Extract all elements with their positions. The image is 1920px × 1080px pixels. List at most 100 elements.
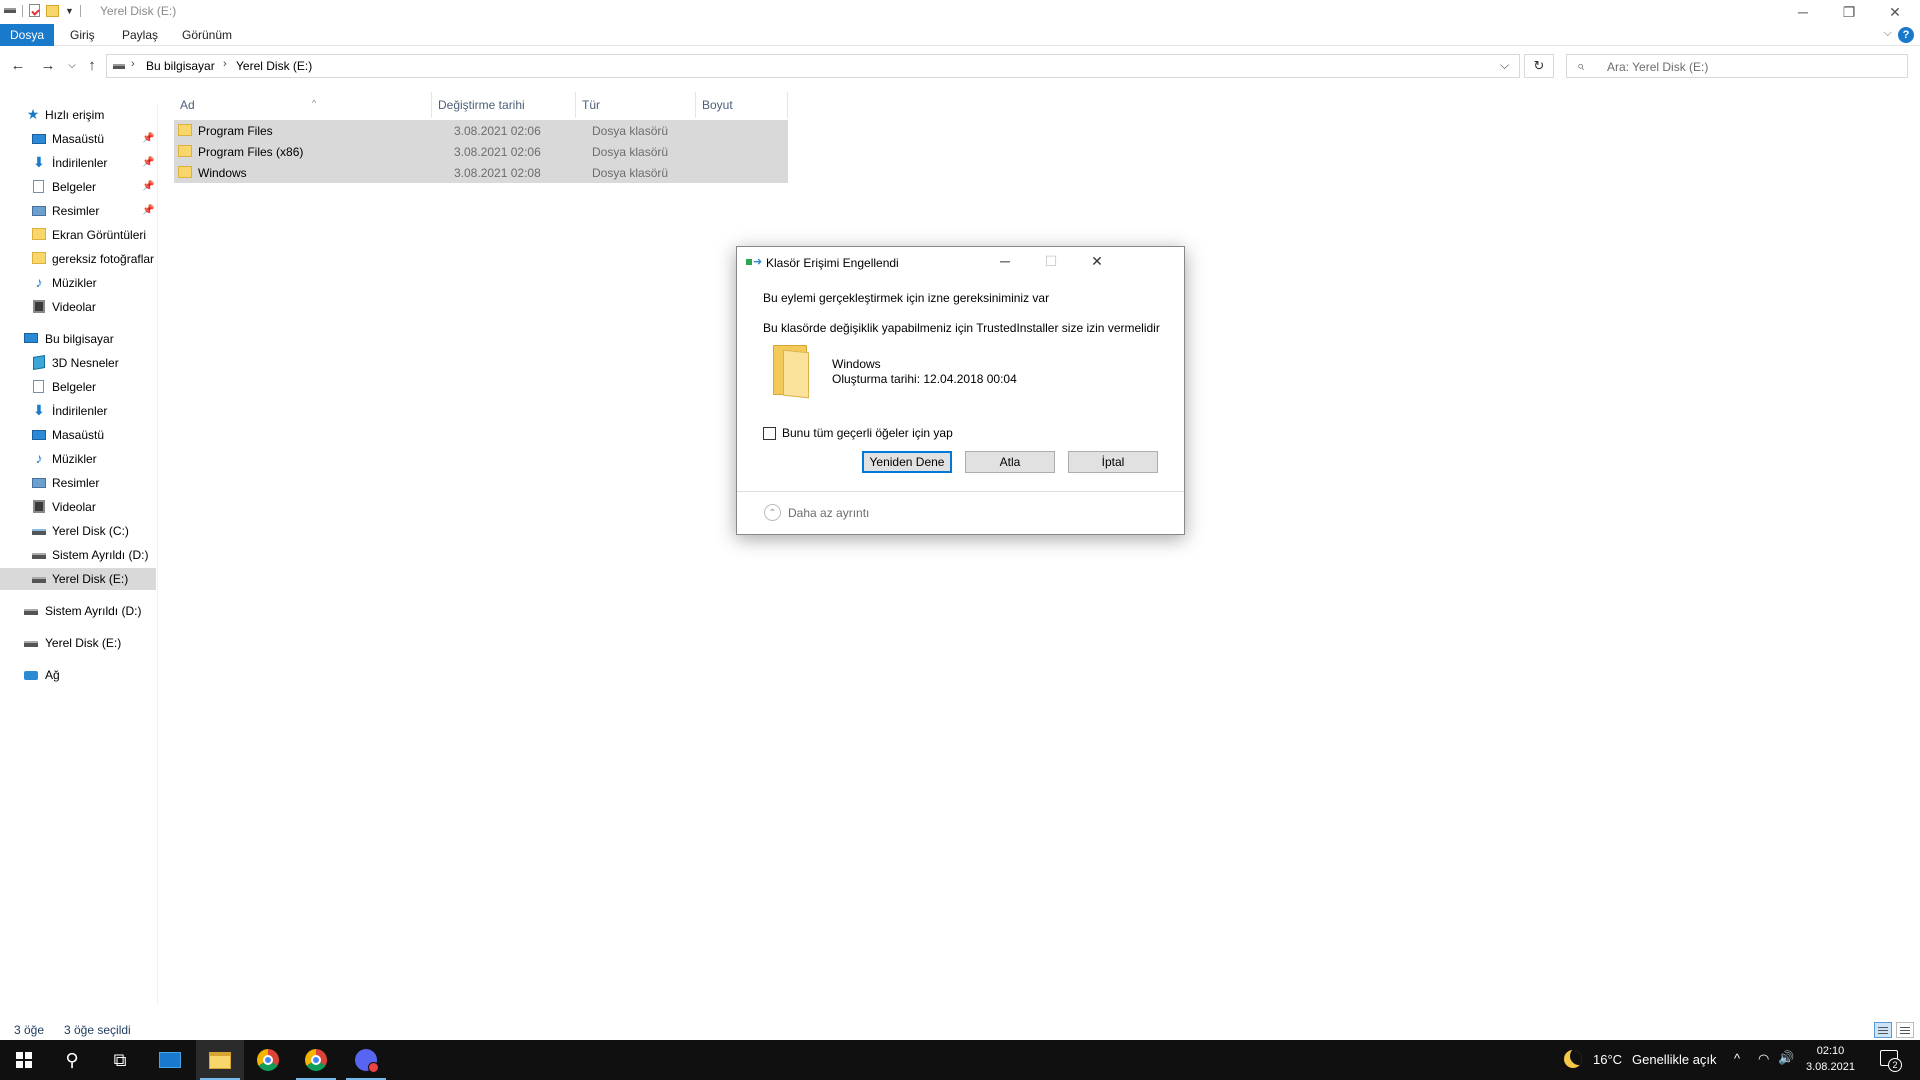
address-bar[interactable]: › Bu bilgisayar › Yerel Disk (E:) [106, 54, 1520, 78]
column-header-type[interactable]: Tür [576, 92, 696, 118]
breadcrumb-this-pc[interactable]: Bu bilgisayar [146, 59, 215, 73]
sidebar-item-downloads[interactable]: ⬇ İndirilenler 📌 [0, 152, 158, 174]
sidebar-item-label: Yerel Disk (C:) [52, 524, 129, 538]
sidebar-item-local-disk-c[interactable]: Yerel Disk (C:) [0, 520, 158, 542]
chrome-button[interactable] [244, 1040, 292, 1080]
minimize-button[interactable]: ─ [1780, 0, 1826, 24]
apply-to-all-checkbox[interactable] [763, 427, 776, 440]
skip-button[interactable]: Atla [965, 451, 1055, 473]
details-view-button[interactable] [1874, 1022, 1892, 1038]
table-row[interactable]: Windows 3.08.2021 02:08 Dosya klasörü [174, 162, 788, 183]
sidebar-item-label: Resimler [52, 476, 100, 490]
file-explorer-button[interactable] [196, 1040, 244, 1080]
file-type: Dosya klasörü [592, 124, 669, 138]
drive-icon [113, 64, 125, 69]
weather-condition[interactable]: Genellikle açık [1632, 1052, 1717, 1067]
forward-button[interactable]: → [38, 56, 58, 76]
breadcrumb-separator[interactable]: › [223, 58, 227, 70]
sidebar-item-desktop[interactable]: Masaüstü 📌 [0, 128, 158, 150]
sidebar-item-videos[interactable]: Videolar [0, 296, 158, 318]
mail-app-button[interactable] [146, 1040, 194, 1080]
taskbar: ⚲ ⧉ 16°C Genellikle açık ^ ◠ 🔊 02:10 3.0… [0, 1040, 1920, 1080]
address-dropdown-button[interactable]: ⌵ [1500, 58, 1509, 73]
desktop-icon [32, 134, 46, 144]
apply-to-all-label[interactable]: Bunu tüm geçerli öğeler için yap [782, 426, 953, 440]
help-button[interactable]: ? [1898, 27, 1914, 43]
sidebar-item-documents[interactable]: Belgeler 📌 [0, 176, 158, 198]
file-name: Windows [198, 166, 247, 180]
sidebar-item-label: Videolar [52, 300, 96, 314]
properties-icon[interactable] [29, 4, 40, 17]
pin-icon: 📌 [142, 133, 155, 144]
weather-moon-icon[interactable] [1564, 1050, 1582, 1068]
column-header-name[interactable]: Ad ^ [174, 92, 432, 118]
tab-home[interactable]: Giriş [58, 24, 107, 46]
drive-icon [32, 577, 46, 583]
table-row[interactable]: Program Files (x86) 3.08.2021 02:06 Dosy… [174, 141, 788, 162]
table-row[interactable]: Program Files 3.08.2021 02:06 Dosya klas… [174, 120, 788, 141]
sidebar-item-pc-desktop[interactable]: Masaüstü [0, 424, 158, 446]
sidebar-item-quick-access[interactable]: ★ Hızlı erişim [0, 104, 158, 126]
new-folder-icon[interactable] [46, 4, 59, 17]
volume-icon[interactable]: 🔊 [1778, 1050, 1794, 1066]
sidebar-item-pc-documents[interactable]: Belgeler [0, 376, 158, 398]
temperature[interactable]: 16°C [1593, 1052, 1622, 1067]
sidebar-item-label: Bu bilgisayar [45, 332, 114, 346]
sidebar-item-this-pc[interactable]: Bu bilgisayar [0, 328, 158, 350]
search-box[interactable]: ⌕ Ara: Yerel Disk (E:) [1566, 54, 1908, 78]
tab-file[interactable]: Dosya [0, 24, 54, 46]
refresh-button[interactable]: ↻ [1524, 54, 1554, 78]
sidebar-item-pc-music[interactable]: ♪ Müzikler [0, 448, 158, 470]
sidebar-item-unneeded-photos[interactable]: gereksiz fotoğraflar [0, 248, 158, 270]
close-button[interactable]: ✕ [1872, 0, 1918, 24]
task-view-button[interactable]: ⧉ [96, 1040, 144, 1080]
breadcrumb-separator[interactable]: › [131, 58, 135, 70]
chevron-up-icon[interactable]: ⌃ [764, 504, 781, 521]
customize-quick-access-button[interactable]: ▼ [65, 6, 74, 16]
file-date: 3.08.2021 02:06 [454, 145, 541, 159]
sidebar-item-music[interactable]: ♪ Müzikler [0, 272, 158, 294]
sidebar-item-pc-pictures[interactable]: Resimler [0, 472, 158, 494]
video-icon [33, 300, 45, 313]
back-button[interactable]: ← [8, 56, 28, 76]
chrome-profile-button[interactable] [292, 1040, 340, 1080]
sidebar-item-drive-d[interactable]: Sistem Ayrıldı (D:) [0, 600, 158, 622]
fewer-details-toggle[interactable]: Daha az ayrıntı [788, 506, 869, 520]
show-hidden-icons-button[interactable]: ^ [1734, 1051, 1740, 1066]
sidebar-item-pictures[interactable]: Resimler 📌 [0, 200, 158, 222]
sidebar-item-screenshots[interactable]: Ekran Görüntüleri [0, 224, 158, 246]
search-button[interactable]: ⚲ [48, 1040, 96, 1080]
column-header-date[interactable]: Değiştirme tarihi [432, 92, 576, 118]
sidebar-item-local-disk-e[interactable]: Yerel Disk (E:) [0, 568, 156, 590]
start-button[interactable] [0, 1040, 48, 1080]
tab-view[interactable]: Görünüm [170, 24, 244, 46]
clock[interactable]: 02:10 3.08.2021 [1806, 1043, 1855, 1075]
folder-icon [32, 252, 46, 264]
sidebar-item-pc-downloads[interactable]: ⬇ İndirilenler [0, 400, 158, 422]
folder-created-date: Oluşturma tarihi: 12.04.2018 00:04 [832, 372, 1017, 386]
sidebar-item-pc-videos[interactable]: Videolar [0, 496, 158, 518]
dialog-minimize-button[interactable]: ─ [983, 247, 1027, 275]
search-input[interactable]: Ara: Yerel Disk (E:) [1607, 60, 1708, 74]
file-list: Ad ^ Değiştirme tarihi Tür Boyut Program… [158, 88, 1920, 1020]
sidebar-item-network[interactable]: Ağ [0, 664, 158, 686]
expand-ribbon-button[interactable]: ⌵ [1884, 27, 1892, 40]
restore-button[interactable]: ❐ [1826, 0, 1872, 24]
sidebar-item-system-reserved-d[interactable]: Sistem Ayrıldı (D:) [0, 544, 158, 566]
cancel-button[interactable]: İptal [1068, 451, 1158, 473]
discord-button[interactable] [342, 1040, 390, 1080]
up-button[interactable]: ↑ [82, 56, 102, 76]
network-icon[interactable]: ◠ [1758, 1051, 1769, 1067]
sidebar-item-3d-objects[interactable]: 3D Nesneler [0, 352, 158, 374]
windows-logo-icon [16, 1052, 32, 1068]
dialog-close-button[interactable]: ✕ [1075, 247, 1119, 275]
selection-count: 3 öğe seçildi [64, 1023, 131, 1037]
breadcrumb-local-disk-e[interactable]: Yerel Disk (E:) [236, 59, 312, 73]
tab-share[interactable]: Paylaş [110, 24, 170, 46]
retry-button[interactable]: Yeniden Dene [862, 451, 952, 473]
column-header-size[interactable]: Boyut [696, 92, 788, 118]
title-bar: ▼ Yerel Disk (E:) ─ ❐ ✕ [0, 0, 1920, 24]
recent-locations-button[interactable]: ⌵ [62, 56, 82, 76]
sidebar-item-drive-e[interactable]: Yerel Disk (E:) [0, 632, 158, 654]
large-icons-view-button[interactable] [1896, 1022, 1914, 1038]
